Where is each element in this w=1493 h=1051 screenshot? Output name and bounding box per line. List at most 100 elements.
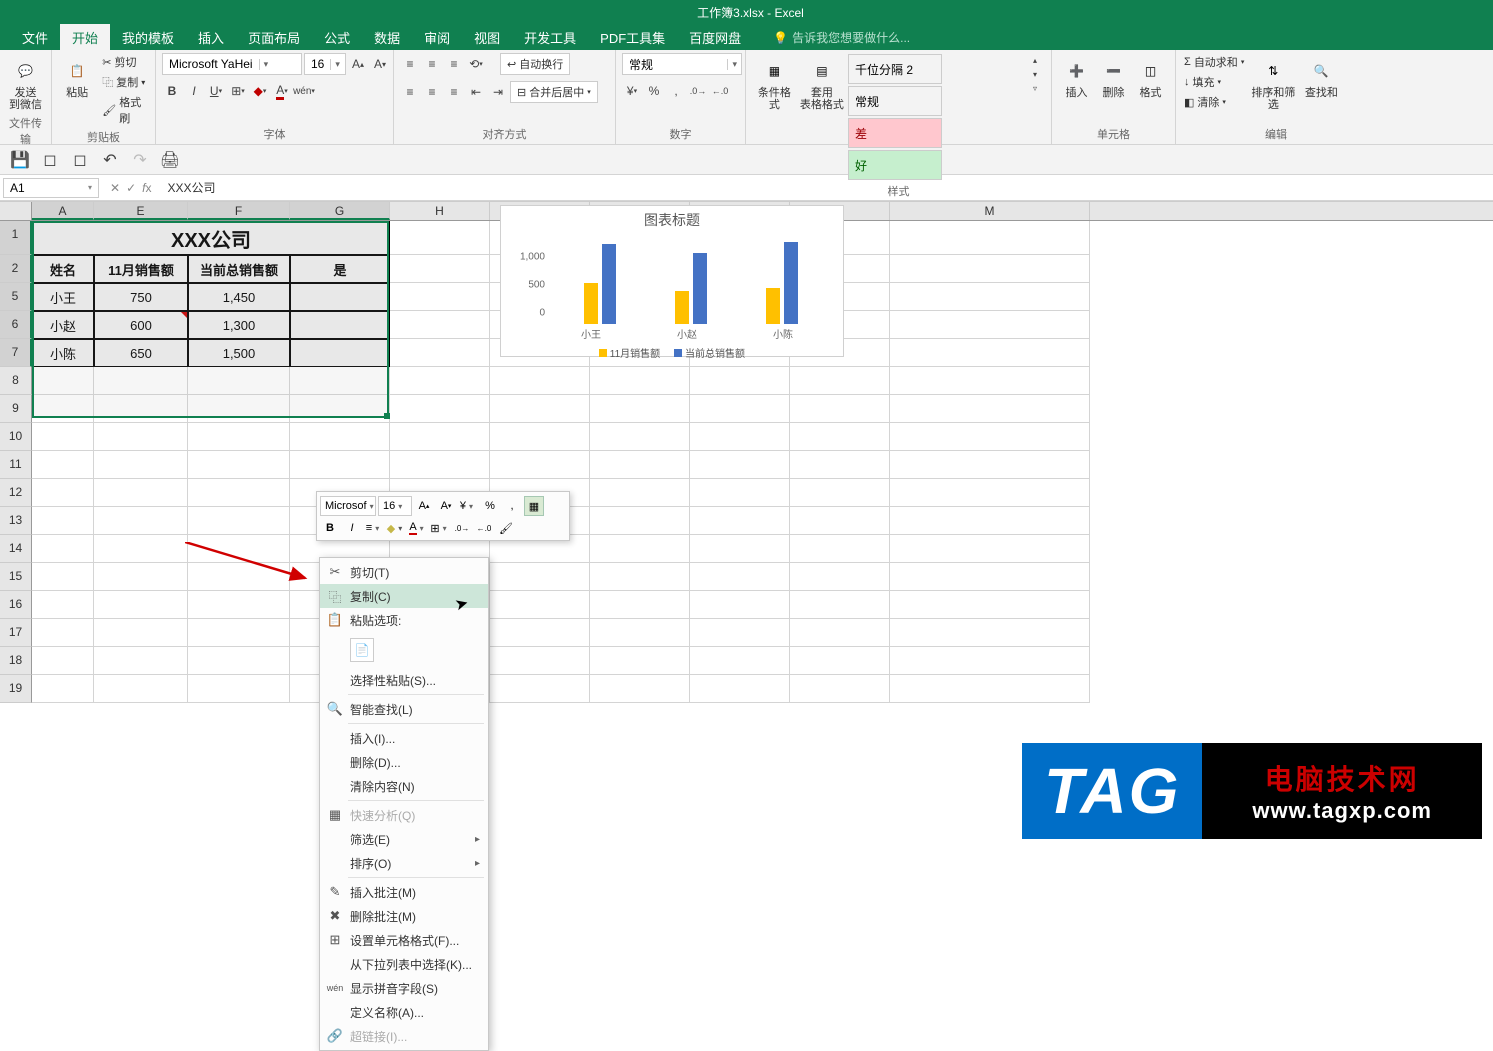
cell[interactable] — [94, 423, 188, 451]
mini-comma[interactable]: , — [502, 496, 522, 516]
cell[interactable] — [390, 339, 490, 367]
cell[interactable] — [188, 535, 290, 563]
format-painter-button[interactable]: 🖌格式刷 — [100, 93, 149, 127]
cell[interactable] — [890, 507, 1090, 535]
name-box[interactable]: A1▾ — [3, 178, 99, 198]
number-format-combo[interactable]: 常规▾ — [622, 53, 742, 75]
cell[interactable] — [890, 563, 1090, 591]
tab-data[interactable]: 数据 — [362, 24, 412, 51]
cell[interactable] — [32, 675, 94, 703]
cell[interactable] — [590, 619, 690, 647]
cell[interactable] — [188, 395, 290, 423]
cell[interactable] — [94, 451, 188, 479]
wrap-text-button[interactable]: ↩自动换行 — [500, 53, 570, 75]
fx-button[interactable]: fx — [142, 181, 151, 195]
cell[interactable] — [890, 535, 1090, 563]
comma-button[interactable]: , — [666, 81, 686, 101]
cell[interactable] — [188, 675, 290, 703]
row-header[interactable]: 19 — [0, 675, 32, 703]
cell[interactable]: 1,300 — [188, 311, 290, 339]
cell[interactable]: 650 — [94, 339, 188, 367]
chart-bar[interactable] — [602, 244, 616, 324]
tab-view[interactable]: 视图 — [462, 24, 512, 51]
chart-bar[interactable] — [693, 253, 707, 325]
cm-sort[interactable]: 排序(O)▸ — [320, 851, 488, 875]
qat-print-button[interactable]: 🖨 — [160, 150, 180, 170]
cell[interactable] — [390, 451, 490, 479]
cell[interactable] — [890, 451, 1090, 479]
cell[interactable] — [790, 507, 890, 535]
cell[interactable] — [188, 507, 290, 535]
row-header[interactable]: 15 — [0, 563, 32, 591]
send-to-wechat-button[interactable]: 💬 发送 到微信 — [6, 53, 45, 113]
cell[interactable] — [690, 675, 790, 703]
cell[interactable]: 1,500 — [188, 339, 290, 367]
cell[interactable]: 小赵 — [32, 311, 94, 339]
cell[interactable] — [94, 395, 188, 423]
cell[interactable] — [94, 535, 188, 563]
align-right-button[interactable]: ≡ — [444, 82, 464, 102]
fill-button[interactable]: ↓填充▾ — [1182, 73, 1246, 91]
cell[interactable] — [390, 221, 490, 255]
tab-review[interactable]: 审阅 — [412, 24, 462, 51]
paste-button[interactable]: 📋 粘贴 — [58, 53, 96, 101]
spreadsheet-grid[interactable]: AEFGHIJKLM 1XXX公司2姓名11月销售额当前总销售额是345小王75… — [0, 201, 1493, 703]
cell[interactable] — [590, 395, 690, 423]
cell[interactable] — [590, 451, 690, 479]
cell[interactable] — [490, 591, 590, 619]
tab-home[interactable]: 开始 — [60, 24, 110, 51]
cell[interactable] — [94, 647, 188, 675]
cell[interactable] — [290, 339, 390, 367]
cell[interactable] — [490, 395, 590, 423]
legend-item[interactable]: 当前总销售额 — [674, 345, 745, 360]
cell[interactable] — [690, 423, 790, 451]
row-header[interactable]: 12 — [0, 479, 32, 507]
cell[interactable] — [490, 619, 590, 647]
chart-title[interactable]: 图表标题 — [501, 206, 843, 234]
mini-italic[interactable]: I — [342, 518, 362, 538]
align-center-button[interactable]: ≡ — [422, 82, 442, 102]
qat-button2[interactable]: ◻ — [70, 150, 90, 170]
incr-decimal-button[interactable]: .0→ — [688, 81, 708, 101]
format-as-table-button[interactable]: ▤ 套用 表格格式 — [797, 53, 847, 113]
phonetic-button[interactable]: wén▾ — [294, 81, 314, 101]
cell[interactable] — [790, 591, 890, 619]
cell[interactable] — [890, 255, 1090, 283]
cm-phonetic[interactable]: wén显示拼音字段(S) — [320, 976, 488, 1000]
cell[interactable] — [590, 535, 690, 563]
cell[interactable] — [490, 367, 590, 395]
tab-pagelayout[interactable]: 页面布局 — [236, 24, 312, 51]
cell[interactable]: XXX公司 — [32, 221, 390, 255]
cell[interactable] — [690, 619, 790, 647]
cell[interactable] — [188, 451, 290, 479]
mini-font-color[interactable]: A▾ — [408, 518, 428, 538]
tab-pdfkit[interactable]: PDF工具集 — [588, 24, 677, 51]
style-normal[interactable]: 常规 — [848, 86, 942, 116]
cell[interactable] — [188, 591, 290, 619]
cell[interactable] — [890, 591, 1090, 619]
cm-delete[interactable]: 删除(D)... — [320, 750, 488, 774]
tab-developer[interactable]: 开发工具 — [512, 24, 588, 51]
column-header[interactable]: H — [390, 202, 490, 220]
chart-bar[interactable] — [784, 242, 798, 325]
tab-baidu[interactable]: 百度网盘 — [677, 24, 753, 51]
cell[interactable] — [390, 423, 490, 451]
row-header[interactable]: 7 — [0, 339, 32, 367]
row-header[interactable]: 17 — [0, 619, 32, 647]
find-select-button[interactable]: 🔍查找和 — [1300, 53, 1342, 101]
cell[interactable] — [94, 675, 188, 703]
cell[interactable] — [890, 283, 1090, 311]
cell[interactable] — [890, 311, 1090, 339]
chart-bar[interactable] — [675, 291, 689, 324]
cell[interactable] — [790, 647, 890, 675]
indent-inc-button[interactable]: ⇥ — [488, 82, 508, 102]
cm-dropdown-list[interactable]: 从下拉列表中选择(K)... — [320, 952, 488, 976]
row-header[interactable]: 6 — [0, 311, 32, 339]
bold-button[interactable]: B — [162, 81, 182, 101]
formula-input[interactable]: XXX公司 — [159, 179, 1493, 196]
cell[interactable] — [188, 367, 290, 395]
row-header[interactable]: 14 — [0, 535, 32, 563]
chart-plot-area[interactable]: 05001,000 — [513, 234, 831, 324]
style-good[interactable]: 好 — [848, 150, 942, 180]
cell[interactable] — [32, 591, 94, 619]
